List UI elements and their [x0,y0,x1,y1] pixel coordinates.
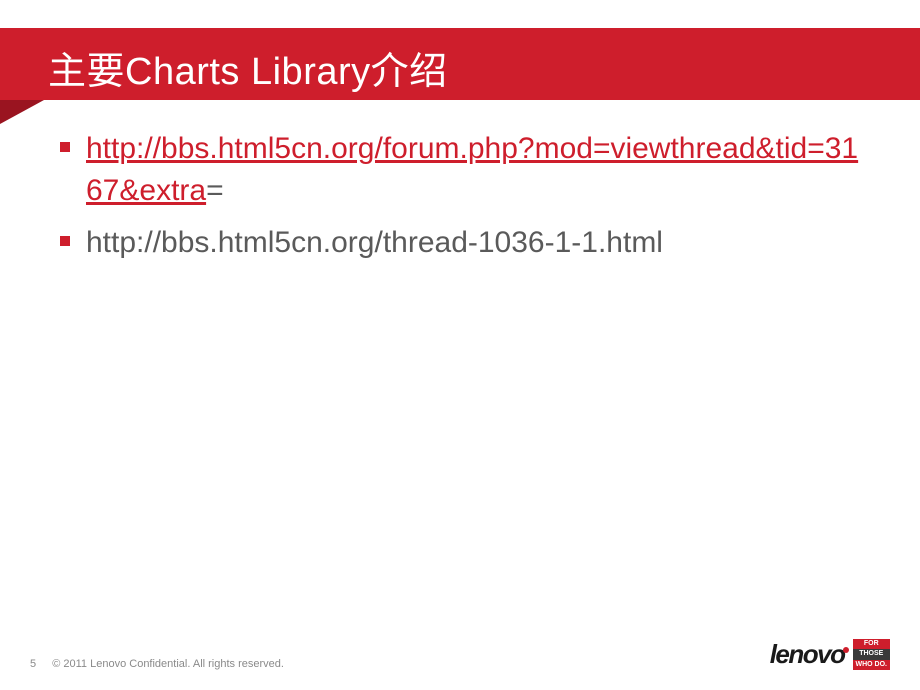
tagline-line-3: WHO DO. [853,660,891,670]
footer-right: lenovo FOR THOSE WHO DO. [770,639,890,670]
bullet-text-2: http://bbs.html5cn.org/thread-1036-1-1.h… [86,222,663,264]
bullet-text-1: http://bbs.html5cn.org/forum.php?mod=vie… [86,128,860,212]
bullet-marker-icon [60,142,70,152]
lenovo-logo: lenovo [770,639,849,670]
lenovo-tagline: FOR THOSE WHO DO. [853,639,891,669]
lenovo-dot-icon [843,647,849,653]
bullet-item: http://bbs.html5cn.org/forum.php?mod=vie… [60,128,860,212]
copyright-text: © 2011 Lenovo Confidential. All rights r… [46,658,284,670]
bullet-link-1[interactable]: http://bbs.html5cn.org/forum.php?mod=vie… [86,132,858,207]
content-area: http://bbs.html5cn.org/forum.php?mod=vie… [60,128,860,274]
slide-footer: 5 © 2011 Lenovo Confidential. All rights… [30,639,890,670]
bullet-marker-icon [60,236,70,246]
bullet-item: http://bbs.html5cn.org/thread-1036-1-1.h… [60,222,860,264]
slide-title: 主要Charts Library介绍 [48,40,448,95]
page-number: 5 [30,658,36,670]
bullet-link-1-trailing: = [206,174,224,207]
title-band-skew [0,100,44,124]
tagline-line-1: FOR [853,639,891,649]
footer-left: 5 © 2011 Lenovo Confidential. All rights… [30,658,284,670]
tagline-line-2: THOSE [853,649,891,659]
